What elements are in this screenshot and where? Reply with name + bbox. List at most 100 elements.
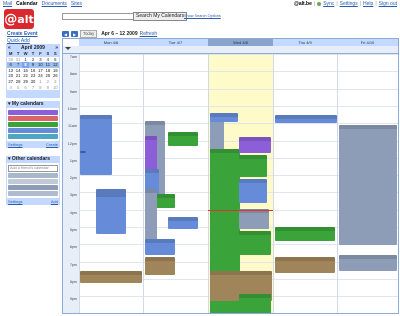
calendar-item[interactable] bbox=[8, 191, 58, 196]
calendar-event[interactable] bbox=[339, 125, 397, 245]
mini-calendar-grid: M T W T F S S 30 31 1 2 3 4 5 6 7 8 9 10 11 12 13 14 15 16 17 18 19… bbox=[7, 51, 59, 91]
add-calendar-link[interactable]: Add bbox=[51, 199, 58, 204]
add-friend-calendar-input[interactable]: Add a friend's calendar bbox=[8, 165, 58, 172]
mini-calendar-day[interactable]: 5 bbox=[14, 85, 21, 91]
next-month-button[interactable]: » bbox=[55, 45, 58, 51]
calendar-item[interactable] bbox=[8, 179, 58, 184]
day-header[interactable]: Mon 4/6 bbox=[79, 39, 143, 46]
mini-calendar: « April 2009 » M T W T F S S 30 31 1 2 3 4 5 6 7 8 9 10 11 1… bbox=[6, 44, 60, 98]
mini-calendar-day[interactable]: 9 bbox=[44, 85, 51, 91]
calendar-event[interactable] bbox=[210, 113, 238, 122]
event-time bbox=[145, 257, 175, 261]
day-header[interactable]: Wed 4/8 bbox=[208, 39, 273, 46]
calendar-event[interactable] bbox=[239, 155, 267, 177]
brand-logo[interactable]: @ alt bbox=[4, 9, 34, 29]
calendar-item[interactable] bbox=[8, 134, 58, 139]
event-time bbox=[239, 179, 267, 183]
sync-icon[interactable] bbox=[317, 2, 322, 6]
hour-gridline bbox=[79, 105, 398, 107]
other-calendars-label: Other calendars bbox=[11, 156, 50, 162]
mini-calendar-day[interactable]: 4 bbox=[7, 85, 14, 91]
day-header[interactable]: Fri 4/10 bbox=[337, 39, 398, 46]
refresh-link[interactable]: Refresh bbox=[140, 31, 158, 37]
sync-link[interactable]: Sync bbox=[323, 1, 334, 7]
calendar-event[interactable] bbox=[168, 132, 198, 146]
next-week-button[interactable]: ▶ bbox=[71, 31, 78, 37]
calendar-item[interactable] bbox=[8, 116, 58, 121]
event-time bbox=[275, 227, 335, 231]
event-time bbox=[145, 169, 159, 173]
date-range: Apr 6 – 12 2009 bbox=[101, 31, 138, 37]
event-time bbox=[145, 136, 157, 140]
all-day-row[interactable] bbox=[63, 46, 398, 54]
search-options-link[interactable]: Show Search Options bbox=[184, 14, 221, 18]
event-time bbox=[168, 217, 198, 221]
day-header[interactable]: Thu 4/9 bbox=[273, 39, 337, 46]
hour-label: 1pm bbox=[69, 158, 77, 163]
my-calendars-title[interactable]: ▾ My calendars bbox=[6, 101, 60, 108]
sign-out-link[interactable]: Sign out bbox=[379, 1, 397, 7]
other-calendars-settings-link[interactable]: Settings bbox=[8, 199, 22, 204]
create-calendar-link[interactable]: Create bbox=[46, 142, 58, 147]
nav-calendar[interactable]: Calendar bbox=[16, 1, 37, 7]
event-time bbox=[145, 121, 165, 125]
day-header[interactable]: Tue 4/7 bbox=[143, 39, 208, 46]
my-calendars-settings-link[interactable]: Settings bbox=[8, 142, 22, 147]
mini-calendar-day[interactable]: 8 bbox=[37, 85, 44, 91]
nav-mail[interactable]: Mail bbox=[3, 1, 12, 7]
calendar-item[interactable] bbox=[8, 122, 58, 127]
calendar-event[interactable] bbox=[275, 115, 337, 123]
my-calendars-footer: Settings Create bbox=[6, 141, 60, 148]
event-time bbox=[96, 193, 126, 197]
calendar-event[interactable] bbox=[239, 137, 271, 153]
collapse-icon[interactable] bbox=[65, 47, 71, 50]
hour-label: 12pm bbox=[67, 141, 77, 146]
hour-label: 8pm bbox=[69, 279, 77, 284]
event-time bbox=[339, 125, 397, 129]
calendar-event[interactable] bbox=[80, 271, 142, 283]
calendar-item[interactable] bbox=[8, 128, 58, 133]
today-button[interactable]: Today bbox=[80, 30, 98, 38]
create-event-link[interactable]: Create Event bbox=[7, 31, 38, 37]
hour-label: 9am bbox=[69, 89, 77, 94]
nav-documents[interactable]: Documents bbox=[42, 1, 67, 7]
calendar-event[interactable] bbox=[275, 257, 335, 273]
week-view[interactable]: Mon 4/6 Tue 4/7 Wed 4/8 Thu 4/9 Fri 4/10 7am 8… bbox=[62, 38, 399, 314]
search-input[interactable] bbox=[62, 13, 134, 20]
previous-week-button[interactable]: ◀ bbox=[62, 31, 69, 37]
mini-calendar-day[interactable]: 6 bbox=[22, 85, 29, 91]
event-time bbox=[275, 257, 335, 261]
calendar-event[interactable] bbox=[80, 115, 112, 175]
calendar-event[interactable] bbox=[80, 151, 86, 153]
hour-label: 3pm bbox=[69, 193, 77, 198]
calendar-event[interactable] bbox=[339, 255, 397, 271]
calendar-event[interactable] bbox=[239, 209, 269, 229]
other-calendars-box: ▾ Other calendars Add a friend's calenda… bbox=[6, 156, 60, 205]
calendar-item[interactable] bbox=[8, 110, 58, 115]
calendar-item[interactable] bbox=[8, 185, 58, 190]
calendar-event[interactable] bbox=[145, 257, 175, 275]
other-calendars-title[interactable]: ▾ Other calendars bbox=[6, 156, 60, 163]
event-time bbox=[80, 151, 86, 153]
help-link[interactable]: Help bbox=[363, 1, 373, 7]
mini-calendar-day[interactable]: 10 bbox=[52, 85, 59, 91]
settings-link[interactable]: Settings bbox=[340, 1, 358, 7]
calendar-item[interactable] bbox=[8, 173, 58, 178]
calendar-event[interactable] bbox=[239, 179, 267, 203]
day-divider bbox=[273, 54, 274, 313]
calendar-event[interactable] bbox=[145, 239, 175, 255]
nav-sites[interactable]: Sites bbox=[71, 1, 82, 7]
mini-calendar-month: April 2009 bbox=[21, 44, 45, 51]
search-button[interactable]: Search My Calendars bbox=[133, 12, 188, 21]
hour-label: 11am bbox=[68, 124, 77, 129]
hour-label: 10am bbox=[67, 106, 77, 111]
calendar-event[interactable] bbox=[96, 193, 126, 223]
calendar-event[interactable] bbox=[239, 294, 271, 313]
calendar-event[interactable] bbox=[239, 231, 271, 255]
hour-label: 8am bbox=[69, 72, 77, 77]
event-time bbox=[145, 239, 175, 243]
prev-month-button[interactable]: « bbox=[8, 45, 11, 51]
calendar-event[interactable] bbox=[168, 217, 198, 229]
calendar-event[interactable] bbox=[275, 227, 335, 241]
mini-calendar-day[interactable]: 7 bbox=[29, 85, 36, 91]
